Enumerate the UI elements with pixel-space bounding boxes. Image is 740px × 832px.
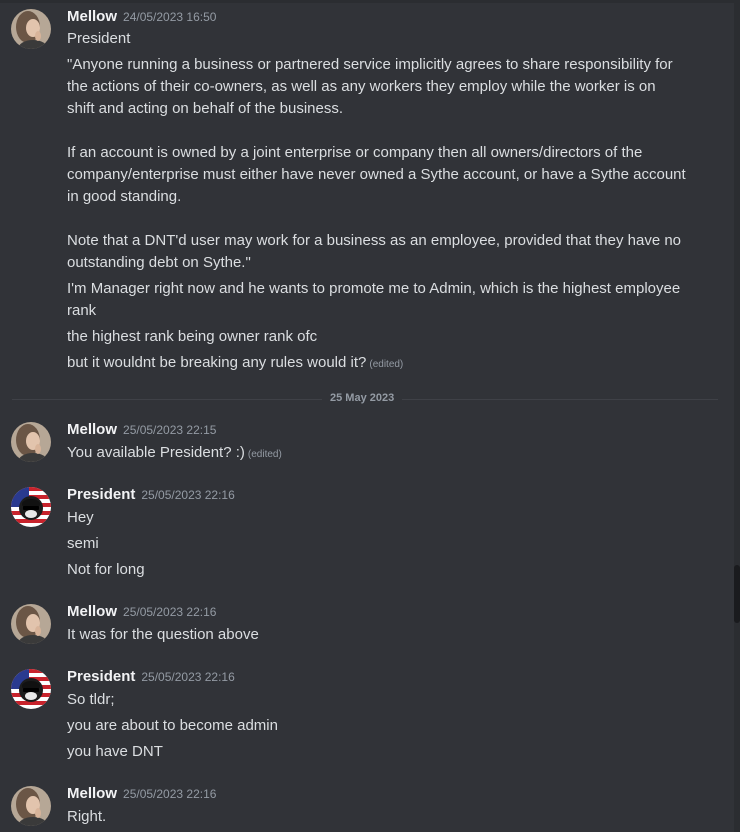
mellow-avatar-icon[interactable] bbox=[11, 9, 51, 49]
username[interactable]: Mellow bbox=[67, 8, 117, 25]
president-avatar-icon[interactable] bbox=[11, 487, 51, 527]
mellow-avatar-icon[interactable] bbox=[11, 786, 51, 826]
message-text: you have DNT bbox=[67, 743, 163, 760]
message-text: Hey bbox=[67, 509, 94, 526]
message-text: I'm Manager right now and he wants to pr… bbox=[67, 280, 681, 319]
message-text: You available President? :) bbox=[67, 444, 245, 461]
username[interactable]: Mellow bbox=[67, 603, 117, 620]
message-text: President bbox=[67, 30, 131, 47]
scrollbar-thumb[interactable] bbox=[734, 565, 740, 623]
message-text: It was for the question above bbox=[67, 626, 259, 643]
timestamp: 25/05/2023 22:16 bbox=[141, 670, 235, 684]
username[interactable]: Mellow bbox=[67, 421, 117, 438]
message-line: You available President? :) (edited) bbox=[67, 442, 687, 466]
message-header: President 25/05/2023 22:16 bbox=[67, 486, 235, 506]
timestamp: 24/05/2023 16:50 bbox=[123, 10, 217, 24]
message-text: the highest rank being owner rank ofc bbox=[67, 328, 318, 345]
message-header: Mellow 25/05/2023 22:15 bbox=[67, 421, 216, 441]
username[interactable]: President bbox=[67, 668, 135, 685]
message-text: Not for long bbox=[67, 561, 145, 578]
message-text: you are about to become admin bbox=[67, 717, 278, 734]
timestamp: 25/05/2023 22:16 bbox=[123, 787, 217, 801]
message-text: semi bbox=[67, 535, 99, 552]
message-text: So tldr; bbox=[67, 691, 115, 708]
message-text: If an account is owned by a joint enterp… bbox=[67, 144, 686, 205]
president-avatar-icon[interactable] bbox=[11, 669, 51, 709]
message-line: but it wouldnt be breaking any rules wou… bbox=[67, 352, 687, 376]
message-text: Right. bbox=[67, 808, 107, 825]
message-text: but it wouldnt be breaking any rules wou… bbox=[67, 354, 367, 371]
message-list[interactable]: Mellow 24/05/2023 16:50 President "Anyone… bbox=[0, 0, 734, 832]
timestamp: 25/05/2023 22:16 bbox=[141, 488, 235, 502]
message-header: Mellow 25/05/2023 22:16 bbox=[67, 785, 216, 805]
edited-label: (edited) bbox=[247, 449, 282, 460]
username[interactable]: Mellow bbox=[67, 785, 117, 802]
timestamp: 25/05/2023 22:15 bbox=[123, 423, 217, 437]
mellow-avatar-icon[interactable] bbox=[11, 422, 51, 462]
message-header: President 25/05/2023 22:16 bbox=[67, 668, 235, 688]
message-header: Mellow 24/05/2023 16:50 bbox=[67, 8, 216, 28]
username[interactable]: President bbox=[67, 486, 135, 503]
date-divider: 25 May 2023 bbox=[322, 392, 403, 404]
message-header: Mellow 25/05/2023 22:16 bbox=[67, 603, 216, 623]
message-text: Note that a DNT'd user may work for a bu… bbox=[67, 232, 682, 271]
scrollbar-track[interactable] bbox=[734, 0, 740, 832]
timestamp: 25/05/2023 22:16 bbox=[123, 605, 217, 619]
mellow-avatar-icon[interactable] bbox=[11, 604, 51, 644]
message-text: "Anyone running a business or partnered … bbox=[67, 56, 673, 117]
edited-label: (edited) bbox=[369, 359, 404, 370]
